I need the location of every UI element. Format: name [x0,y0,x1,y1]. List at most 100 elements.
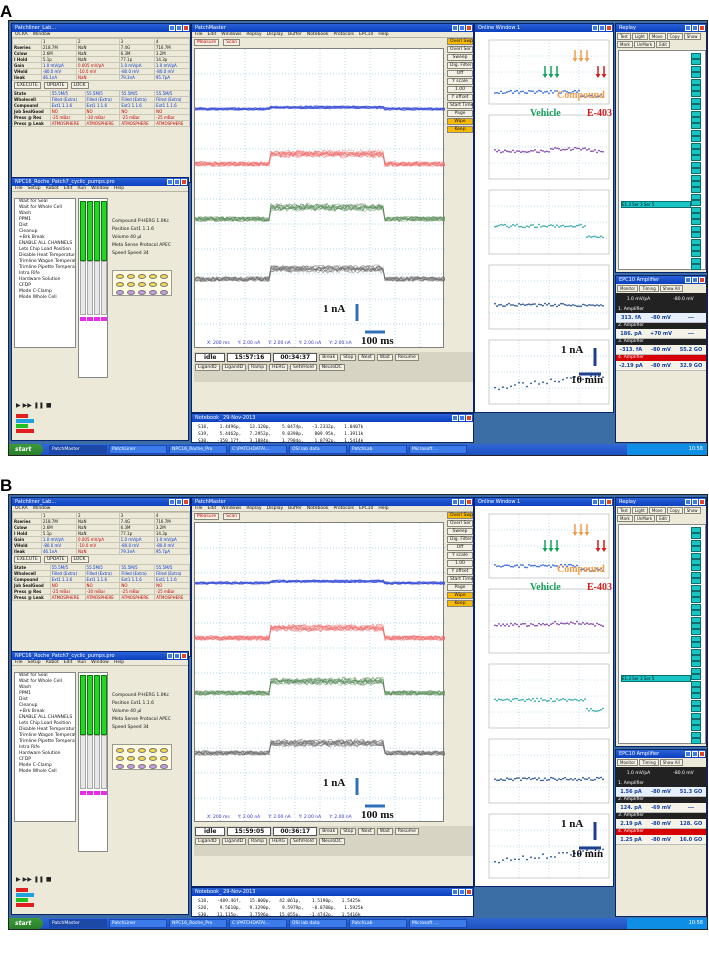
protocol-titlebar[interactable]: NPC16_Roche_Patch7_cyclic_pumps.pro [12,178,188,186]
replay-series-item[interactable] [691,648,701,655]
replay-button[interactable]: Light [631,507,648,514]
close-button[interactable] [606,25,612,31]
form-field[interactable]: Compound P-HERG 1.0Kc [112,692,188,700]
maximize-button[interactable] [599,499,605,505]
replay-series-item[interactable] [691,687,701,693]
menu-item[interactable]: Window [33,506,51,511]
menu-item[interactable]: Edit [64,186,73,191]
taskbar-item[interactable]: NPC16_Roche_Pro [169,919,227,928]
protocol-button[interactable]: HERG [269,838,288,845]
well[interactable] [149,282,157,287]
menu-item[interactable]: Help [378,32,388,37]
patchliner-titlebar[interactable]: Patchliner_Lab... [12,24,190,32]
minimize-button[interactable] [452,415,458,421]
well[interactable] [138,290,146,295]
maximize-button[interactable] [692,751,698,757]
replay-series-item[interactable] [691,699,701,706]
sidebar-button[interactable]: Off [447,70,473,77]
execute-button[interactable]: EXECUTE [14,556,41,563]
replay-series-item[interactable] [691,610,701,617]
close-button[interactable] [466,889,472,895]
well[interactable] [149,274,157,279]
protocol-button[interactable]: Ramp [248,838,268,845]
replay-button[interactable]: Show [683,507,701,514]
menu-item[interactable]: Replay [246,506,261,511]
replay-series-item[interactable] [691,693,701,700]
replay-series-item[interactable] [691,674,701,681]
replay-series-item[interactable] [691,225,701,232]
menu-item[interactable]: Replay [246,32,261,37]
update-button[interactable]: UPDATE [43,82,68,89]
well[interactable] [138,282,146,287]
close-button[interactable] [699,277,705,283]
well[interactable] [116,756,124,761]
replay-series-item[interactable] [691,629,701,636]
replay-button[interactable]: Test [617,507,631,514]
menu-item[interactable]: Help [378,506,388,511]
step-button[interactable]: ▶▶ [23,876,32,883]
well[interactable] [127,756,135,761]
replay-series-item[interactable] [691,155,701,162]
menu-item[interactable]: Buffer [288,32,302,37]
well[interactable] [149,290,157,295]
well[interactable] [116,274,124,279]
replay-series-item[interactable] [691,264,701,271]
patchmaster-titlebar[interactable]: PatchMaster [192,24,473,32]
protocol-button[interactable]: HERG [269,364,288,371]
replay-series-item[interactable] [691,200,701,207]
replay-series-item[interactable] [691,168,701,175]
well[interactable] [160,756,168,761]
well[interactable] [138,748,146,753]
menu-item[interactable]: Edit [208,32,217,37]
replay-button[interactable]: Show [683,33,701,40]
amplifier-tab[interactable]: Timing [639,759,659,766]
replay-series-item[interactable] [691,161,701,168]
pulse-control-button[interactable]: Stop [340,828,357,835]
play-button[interactable]: ▶ [16,402,21,409]
replay-button[interactable]: Light [631,33,648,40]
play-button[interactable]: ▶ [16,876,21,883]
menu-item[interactable]: Protocols [333,32,353,37]
taskbar-item[interactable]: PatchMaster [49,919,107,928]
taskbar-item[interactable]: PatchLiner [109,445,167,454]
maximize-button[interactable] [459,499,465,505]
replay-series-item[interactable] [691,680,701,687]
tree-item[interactable]: Mode Whole Cell [15,769,75,775]
well[interactable] [138,274,146,279]
well[interactable] [116,290,124,295]
well[interactable] [138,756,146,761]
amplifier-tab[interactable]: Show All [659,759,683,766]
close-button[interactable] [466,499,472,505]
minimize-button[interactable] [592,25,598,31]
measure-button[interactable]: Measure [194,513,220,520]
form-field[interactable]: Volume 40 µl [112,234,188,242]
patchmaster-titlebar[interactable]: PatchMaster [192,498,473,506]
replay-series-item[interactable] [691,616,701,623]
replay-series-item[interactable] [691,738,701,745]
replay-button[interactable]: Mark [617,41,633,48]
protocol-titlebar[interactable]: NPC16_Roche_Patch7_cyclic_pumps.pro [12,652,188,660]
replay-series-item[interactable] [691,85,701,91]
protocol-button[interactable]: LigandD [195,838,220,845]
menu-item[interactable]: File [15,186,23,191]
menu-item[interactable]: Display [267,32,284,37]
replay-series-item[interactable] [691,142,701,149]
replay-selected-item[interactable]: E1.3 Ser 3 Ser 5 [621,201,691,208]
replay-button[interactable]: UnMark [633,41,656,48]
replay-series-item[interactable] [691,136,701,143]
sidebar-button[interactable]: 1.00 [447,86,473,93]
menu-item[interactable]: Help [114,660,124,665]
well[interactable] [160,290,168,295]
close-button[interactable] [606,499,612,505]
minimize-button[interactable] [169,25,175,31]
replay-series-item[interactable] [691,527,701,533]
replay-series-item[interactable] [691,97,701,104]
replay-series-item[interactable] [691,117,701,123]
protocol-button[interactable]: LigandD [221,364,247,371]
lock-button[interactable]: LOCK [70,82,89,89]
close-button[interactable] [699,25,705,31]
replay-series-item[interactable] [691,245,701,251]
maximize-button[interactable] [599,25,605,31]
replay-series-item[interactable] [691,719,701,725]
sidebar-button[interactable]: Sweep [447,528,473,535]
